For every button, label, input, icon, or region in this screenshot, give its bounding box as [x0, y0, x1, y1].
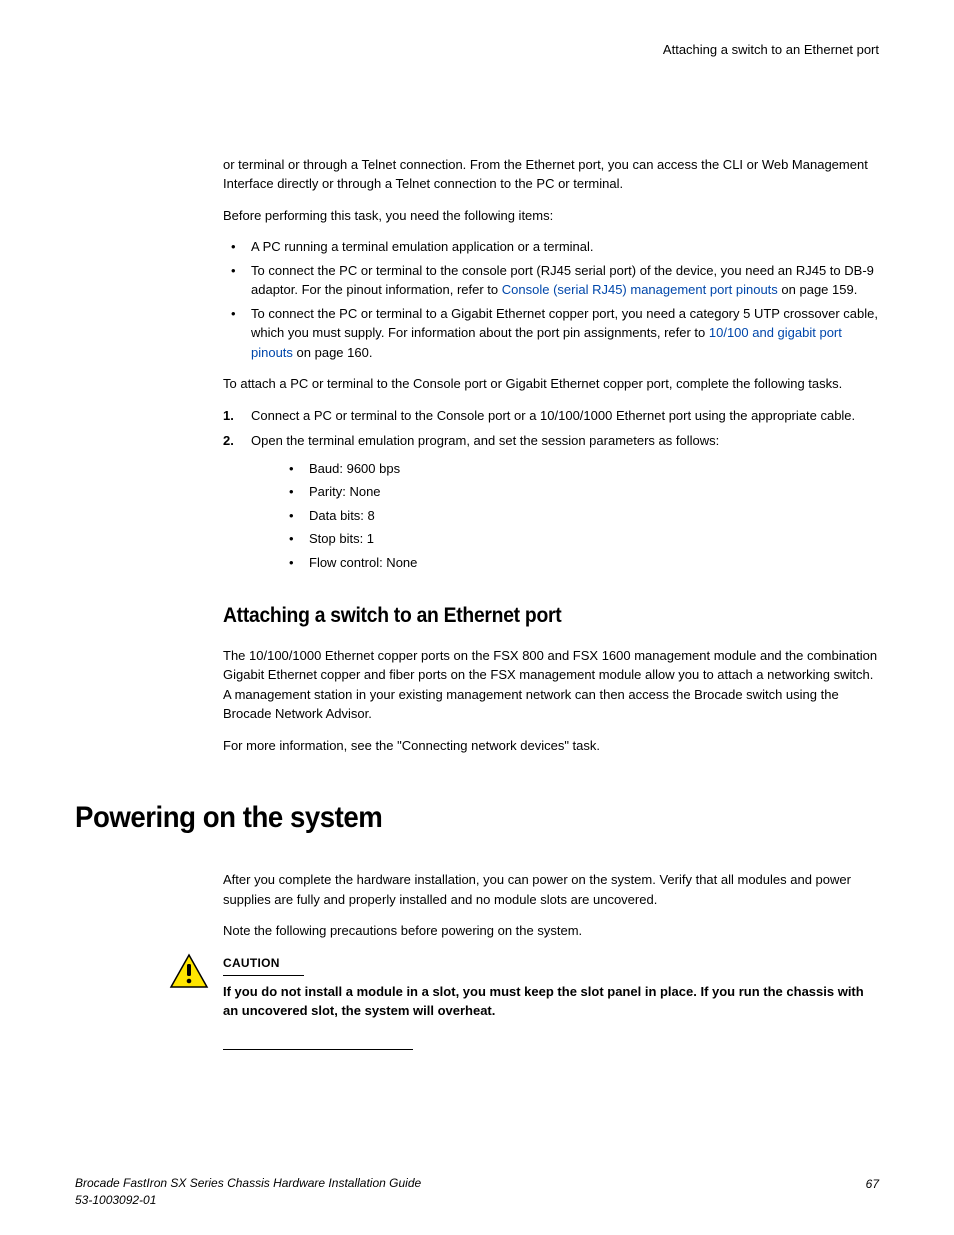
- step-item: 2. Open the terminal emulation program, …: [223, 431, 879, 572]
- before-paragraph: Before performing this task, you need th…: [223, 206, 879, 226]
- attach-paragraph: To attach a PC or terminal to the Consol…: [223, 374, 879, 394]
- steps-list: 1. Connect a PC or terminal to the Conso…: [223, 406, 879, 573]
- list-item: Parity: None: [281, 482, 879, 502]
- step-number: 2.: [223, 431, 234, 451]
- footer-page-number: 67: [866, 1175, 879, 1209]
- main-content: or terminal or through a Telnet connecti…: [223, 155, 879, 1050]
- section2-para1: The 10/100/1000 Ethernet copper ports on…: [223, 646, 879, 724]
- footer-doc-title: Brocade FastIron SX Series Chassis Hardw…: [75, 1175, 421, 1192]
- warning-triangle-icon: [169, 953, 209, 995]
- step-text: Open the terminal emulation program, and…: [251, 433, 719, 448]
- step-item: 1. Connect a PC or terminal to the Conso…: [223, 406, 879, 426]
- list-item: Stop bits: 1: [281, 529, 879, 549]
- caution-block: CAUTION If you do not install a module i…: [169, 953, 879, 1021]
- step-number: 1.: [223, 406, 234, 426]
- list-item: To connect the PC or terminal to the con…: [223, 261, 879, 300]
- section2-para2: For more information, see the "Connectin…: [223, 736, 879, 756]
- list-item: A PC running a terminal emulation applic…: [223, 237, 879, 257]
- step-text: Connect a PC or terminal to the Console …: [251, 408, 855, 423]
- list-item: Flow control: None: [281, 553, 879, 573]
- caution-label: CAUTION: [223, 954, 304, 976]
- horizontal-rule: [223, 1049, 413, 1050]
- page-footer: Brocade FastIron SX Series Chassis Hardw…: [75, 1175, 879, 1209]
- requirements-list: A PC running a terminal emulation applic…: [223, 237, 879, 362]
- list-item: To connect the PC or terminal to a Gigab…: [223, 304, 879, 363]
- section3-para2: Note the following precautions before po…: [223, 921, 879, 941]
- caution-body: CAUTION If you do not install a module i…: [223, 953, 879, 1021]
- caution-text: If you do not install a module in a slot…: [223, 982, 879, 1021]
- list-text: on page 159.: [778, 282, 858, 297]
- heading-attaching-switch: Attaching a switch to an Ethernet port: [223, 600, 827, 632]
- list-text: on page 160.: [293, 345, 373, 360]
- intro-paragraph: or terminal or through a Telnet connecti…: [223, 155, 879, 194]
- heading-powering-on: Powering on the system: [75, 795, 815, 840]
- running-header: Attaching a switch to an Ethernet port: [75, 40, 879, 60]
- list-item: Baud: 9600 bps: [281, 459, 879, 479]
- section3-para1: After you complete the hardware installa…: [223, 870, 879, 909]
- session-params-list: Baud: 9600 bps Parity: None Data bits: 8…: [281, 459, 879, 573]
- footer-doc-number: 53-1003092-01: [75, 1192, 421, 1209]
- list-item: Data bits: 8: [281, 506, 879, 526]
- footer-left: Brocade FastIron SX Series Chassis Hardw…: [75, 1175, 421, 1209]
- link-console-pinouts[interactable]: Console (serial RJ45) management port pi…: [502, 282, 778, 297]
